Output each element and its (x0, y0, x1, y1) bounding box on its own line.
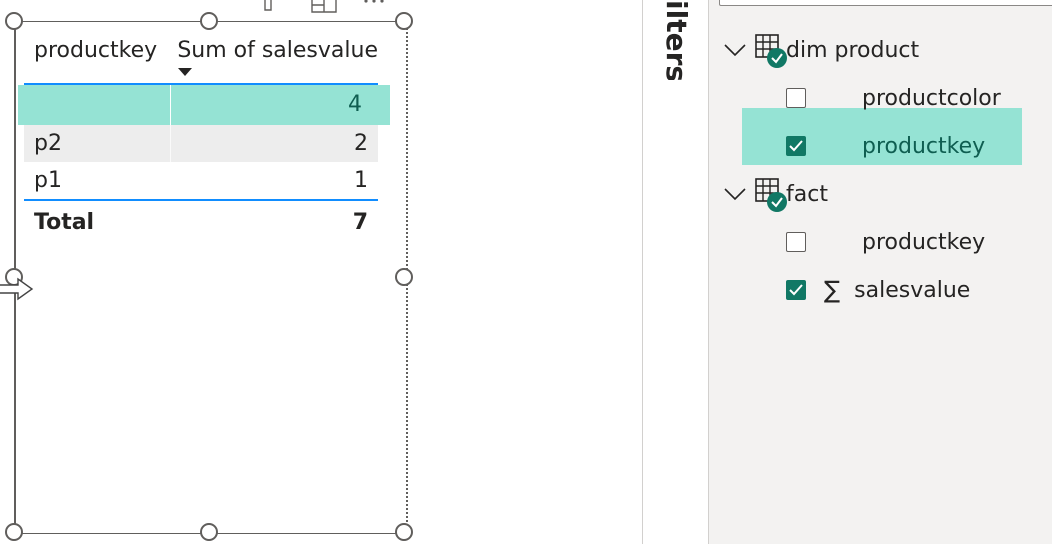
chevron-down-icon[interactable] (722, 40, 748, 60)
field-productkey-dim[interactable]: productkey (786, 130, 985, 162)
filter-icon[interactable] (262, 0, 274, 12)
resize-handle-top-center[interactable] (200, 12, 218, 30)
search-input[interactable] (719, 0, 1052, 6)
pane-divider (642, 0, 643, 544)
resize-handle-bottom-left[interactable] (5, 523, 23, 541)
table-header: productkey Sum of salesvalue (24, 33, 378, 85)
field-salesvalue[interactable]: ∑ salesvalue (786, 274, 970, 306)
table-row[interactable]: p2 2 (24, 125, 378, 162)
table-node-dim-product[interactable]: dim product (722, 34, 920, 68)
checkbox-checked[interactable] (786, 280, 806, 300)
table-row[interactable]: p1 1 (24, 162, 378, 199)
cell-productkey: p1 (34, 168, 62, 193)
cell-productkey (18, 85, 170, 125)
field-label: productcolor (862, 85, 1001, 111)
checkbox-checked[interactable] (786, 136, 806, 156)
column-header-label: Sum of salesvalue (177, 38, 378, 63)
column-header-productkey[interactable]: productkey (24, 33, 167, 83)
field-label: salesvalue (854, 277, 971, 303)
checkmark-icon (789, 140, 803, 152)
column-header-sum-of-salesvalue[interactable]: Sum of salesvalue (167, 33, 378, 83)
field-productkey-fact[interactable]: productkey (786, 226, 985, 258)
filters-pane-collapsed-label[interactable]: ilters (646, 0, 706, 80)
table-node-fact[interactable]: fact (722, 178, 828, 212)
table: productkey Sum of salesvalue 4 p2 2 p1 1… (18, 33, 390, 245)
sort-descending-icon (178, 68, 193, 76)
focus-mode-icon[interactable] (310, 0, 338, 14)
cell-value: 1 (169, 162, 378, 199)
checkbox-unchecked[interactable] (786, 232, 806, 252)
checkmark-icon (789, 284, 803, 296)
table-node-label: dim product (786, 37, 920, 63)
total-row: Total 7 (24, 199, 378, 245)
field-productcolor[interactable]: productcolor (786, 82, 1001, 114)
resize-handle-top-left[interactable] (5, 12, 23, 30)
field-label: productkey (862, 229, 986, 255)
total-value: 7 (352, 210, 368, 235)
resize-handle-bottom-right[interactable] (395, 523, 413, 541)
resize-handle-top-right[interactable] (395, 12, 413, 30)
more-options-icon[interactable] (360, 0, 388, 6)
checkbox-unchecked[interactable] (786, 88, 806, 108)
table-node-label: fact (786, 181, 828, 207)
resize-handle-middle-right[interactable] (395, 268, 413, 286)
cell-value: 4 (170, 85, 390, 125)
table-row[interactable]: 4 (18, 85, 390, 125)
cell-productkey: p2 (34, 131, 62, 156)
resize-cursor-icon (0, 277, 34, 301)
cell-value: 2 (169, 125, 378, 162)
sigma-icon: ∑ (824, 276, 841, 304)
field-label: productkey (862, 133, 986, 159)
resize-handle-bottom-center[interactable] (200, 523, 218, 541)
total-label: Total (34, 210, 95, 235)
chevron-down-icon[interactable] (722, 184, 748, 204)
